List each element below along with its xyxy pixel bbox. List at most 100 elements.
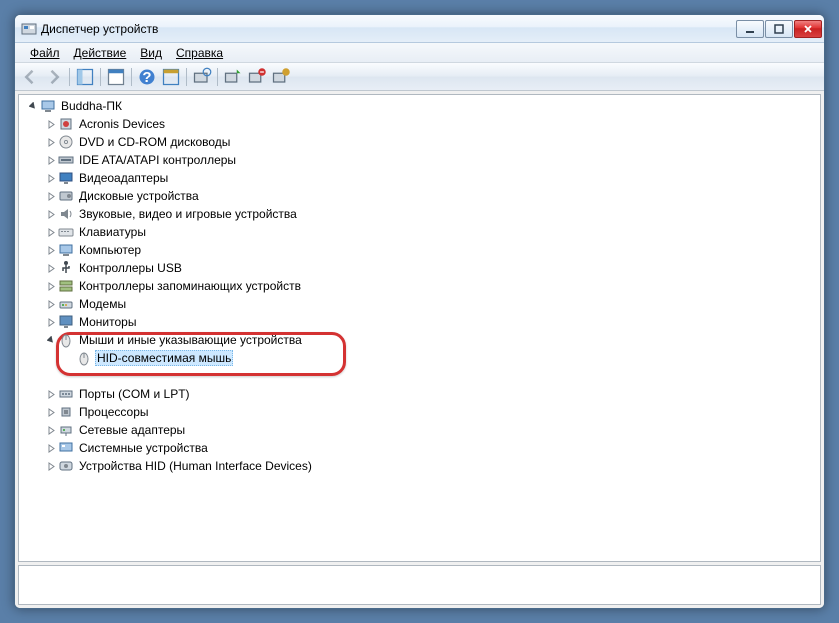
dvd-icon [58, 134, 74, 150]
disable-button[interactable] [270, 66, 292, 88]
monitor-icon [58, 314, 74, 330]
client-area: Buddha-ПК Acronis Devices DVD и CD-ROM дис… [15, 91, 824, 608]
expand-toggle[interactable] [45, 460, 57, 472]
tree-label[interactable]: HID-совместимая мышь [95, 350, 233, 366]
tree-label[interactable]: Системные устройства [77, 441, 210, 455]
device-manager-window: Диспетчер устройств Файл Действие Вид Сп… [14, 14, 825, 609]
tree-row-cat-6[interactable]: Клавиатуры [19, 223, 820, 241]
expand-toggle[interactable] [45, 226, 57, 238]
acronis-icon [58, 116, 74, 132]
tree-label[interactable]: Клавиатуры [77, 225, 148, 239]
port-icon [58, 386, 74, 402]
expand-toggle[interactable] [45, 424, 57, 436]
scan-hardware-button[interactable] [191, 66, 213, 88]
tree-label[interactable]: Acronis Devices [77, 117, 167, 131]
expand-toggle[interactable] [45, 334, 57, 346]
tree-row-cat-0[interactable]: Acronis Devices [19, 115, 820, 133]
expand-toggle[interactable] [45, 208, 57, 220]
storage-icon [58, 278, 74, 294]
expand-toggle[interactable] [45, 316, 57, 328]
tree-row-cat-12[interactable]: Мыши и иные указывающие устройства [19, 331, 820, 349]
expand-toggle[interactable] [45, 262, 57, 274]
tree-label[interactable]: Модемы [77, 297, 128, 311]
expand-toggle[interactable] [45, 406, 57, 418]
toolbar: ? [15, 63, 824, 91]
tree-row-cat-7[interactable]: Компьютер [19, 241, 820, 259]
tree-row-cat-14[interactable]: Порты (COM и LPT) [19, 385, 820, 403]
action-button[interactable] [160, 66, 182, 88]
tree-row-cat-4[interactable]: Дисковые устройства [19, 187, 820, 205]
status-panel [18, 565, 821, 605]
menubar: Файл Действие Вид Справка [15, 43, 824, 63]
tree-label[interactable]: Мыши и иные указывающие устройства [77, 333, 304, 347]
device-tree[interactable]: Buddha-ПК Acronis Devices DVD и CD-ROM дис… [18, 94, 821, 562]
tree-row-cat-16[interactable]: Сетевые адаптеры [19, 421, 820, 439]
expand-toggle[interactable] [27, 100, 39, 112]
tree-label[interactable]: DVD и CD-ROM дисководы [77, 135, 232, 149]
tree-label[interactable]: Контроллеры USB [77, 261, 184, 275]
expand-toggle[interactable] [45, 298, 57, 310]
tree-label[interactable]: Компьютер [77, 243, 143, 257]
mouse-icon [58, 332, 74, 348]
expand-toggle[interactable] [45, 244, 57, 256]
disk-icon [58, 188, 74, 204]
titlebar[interactable]: Диспетчер устройств [15, 15, 824, 43]
tree-label[interactable]: IDE ATA/ATAPI контроллеры [77, 153, 238, 167]
usb-icon [58, 260, 74, 276]
tree-row-cat-11[interactable]: Мониторы [19, 313, 820, 331]
help-button[interactable]: ? [136, 66, 158, 88]
expand-toggle[interactable] [45, 442, 57, 454]
tree-label[interactable]: Мониторы [77, 315, 138, 329]
tree-label[interactable]: Процессоры [77, 405, 151, 419]
tree-label[interactable]: Устройства HID (Human Interface Devices) [77, 459, 314, 473]
tree-row-cat-1[interactable]: DVD и CD-ROM дисководы [19, 133, 820, 151]
cpu-icon [58, 404, 74, 420]
tree-row-cat-8[interactable]: Контроллеры USB [19, 259, 820, 277]
show-hide-tree-button[interactable] [74, 66, 96, 88]
tree-label[interactable]: Порты (COM и LPT) [77, 387, 192, 401]
tree-label[interactable]: Дисковые устройства [77, 189, 201, 203]
expand-toggle[interactable] [45, 388, 57, 400]
tree-row-root[interactable]: Buddha-ПК [19, 97, 820, 115]
expand-toggle[interactable] [63, 352, 75, 364]
properties-button[interactable] [105, 66, 127, 88]
menu-action[interactable]: Действие [67, 45, 134, 61]
tree-label[interactable]: Контроллеры запоминающих устройств [77, 279, 303, 293]
tree-row-cat-5[interactable]: Звуковые, видео и игровые устройства [19, 205, 820, 223]
tree-label[interactable]: Сетевые адаптеры [77, 423, 187, 437]
tree-row-cat-17[interactable]: Системные устройства [19, 439, 820, 457]
tree-label[interactable]: Buddha-ПК [59, 99, 124, 113]
tree-row-cat-15[interactable]: Процессоры [19, 403, 820, 421]
network-icon [58, 422, 74, 438]
expand-toggle[interactable] [45, 280, 57, 292]
computer-icon [58, 242, 74, 258]
tree-row-cat-12-child-0[interactable]: HID-совместимая мышь [19, 349, 820, 367]
tree-row-cat-3[interactable]: Видеоадаптеры [19, 169, 820, 187]
mouse-icon [76, 350, 92, 366]
tree-row-cat-18[interactable]: Устройства HID (Human Interface Devices) [19, 457, 820, 475]
uninstall-button[interactable] [246, 66, 268, 88]
system-icon [58, 440, 74, 456]
keyboard-icon [58, 224, 74, 240]
tree-row-cat-10[interactable]: Модемы [19, 295, 820, 313]
tree-row-cat-9[interactable]: Контроллеры запоминающих устройств [19, 277, 820, 295]
expand-toggle[interactable] [45, 154, 57, 166]
tree-label[interactable]: Видеоадаптеры [77, 171, 170, 185]
menu-file[interactable]: Файл [23, 45, 67, 61]
maximize-button[interactable] [765, 20, 793, 38]
sound-icon [58, 206, 74, 222]
tree-row-cat-2[interactable]: IDE ATA/ATAPI контроллеры [19, 151, 820, 169]
computer-icon [40, 98, 56, 114]
expand-toggle[interactable] [45, 172, 57, 184]
display-icon [58, 170, 74, 186]
menu-view[interactable]: Вид [133, 45, 169, 61]
menu-help[interactable]: Справка [169, 45, 230, 61]
tree-label[interactable]: Звуковые, видео и игровые устройства [77, 207, 299, 221]
expand-toggle[interactable] [45, 118, 57, 130]
update-driver-button[interactable] [222, 66, 244, 88]
expand-toggle[interactable] [45, 190, 57, 202]
minimize-button[interactable] [736, 20, 764, 38]
expand-toggle[interactable] [45, 136, 57, 148]
close-button[interactable] [794, 20, 822, 38]
hid-icon [58, 458, 74, 474]
